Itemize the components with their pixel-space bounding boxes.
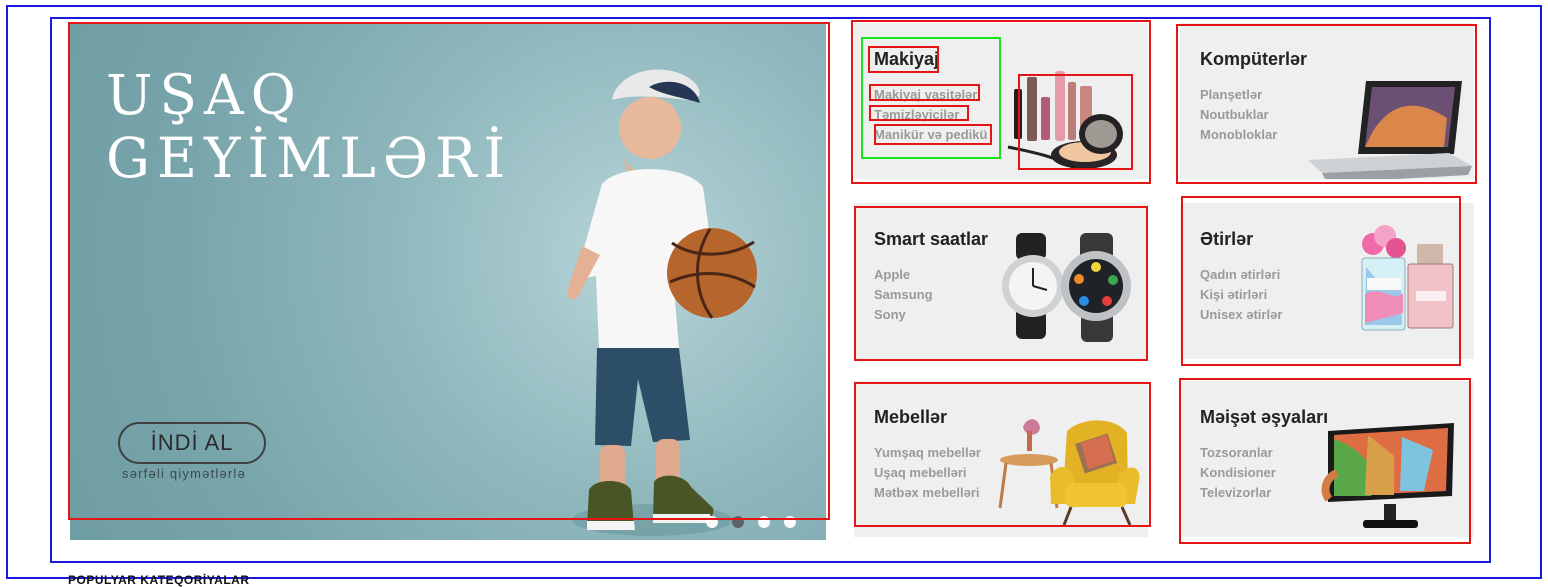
category-link[interactable]: Unisex ətirlər <box>1200 305 1282 325</box>
category-title[interactable]: Ətirlər <box>1200 229 1253 250</box>
category-link[interactable]: Kondisioner <box>1200 463 1276 483</box>
category-links: Qadın ətirləri Kişi ətirləri Unisex ətir… <box>1200 265 1282 325</box>
category-title[interactable]: Mebellər <box>874 407 947 428</box>
category-title[interactable]: Kompüterlər <box>1200 49 1307 70</box>
category-links: Tozsoranlar Kondisioner Televizorlar <box>1200 443 1276 503</box>
child-with-basketball-image <box>567 69 757 536</box>
category-card-furniture[interactable]: Mebellər Yumşaq mebellər Uşaq mebelləri … <box>854 381 1148 537</box>
carousel-pagination[interactable] <box>706 516 796 528</box>
category-title[interactable]: Smart saatlar <box>874 229 988 250</box>
armchair-icon <box>998 419 1140 526</box>
category-link[interactable]: Apple <box>874 265 933 285</box>
hero-title: UŞAQ GEYİMLƏRİ <box>106 63 513 190</box>
category-card-makeup[interactable]: Makiyaj Makiyaj vasitələr Təmizləyicilər… <box>854 23 1148 179</box>
category-link[interactable]: Makiyaj vasitələr <box>874 85 987 105</box>
category-link[interactable]: Manikür və pedikü <box>874 125 987 145</box>
hero-subtitle: sərfəli qiymətlərlə <box>122 466 246 481</box>
buy-now-button[interactable]: İNDİ AL <box>118 422 266 464</box>
category-link[interactable]: Sony <box>874 305 933 325</box>
category-title[interactable]: Makiyaj <box>874 49 939 70</box>
category-links: Makiyaj vasitələr Təmizləyicilər Manikür… <box>874 85 987 145</box>
category-card-smartwatches[interactable]: Smart saatlar Apple Samsung Sony <box>854 203 1148 359</box>
perfume-icon <box>1361 225 1454 331</box>
laptop-icon <box>1308 81 1472 179</box>
category-link[interactable]: Monobloklar <box>1200 125 1277 145</box>
category-link[interactable]: Planşetlər <box>1200 85 1277 105</box>
carousel-dot[interactable] <box>706 516 718 528</box>
category-link[interactable]: Mətbəx mebelləri <box>874 483 981 503</box>
hero-banner[interactable]: UŞAQ GEYİMLƏRİ İNDİ AL sərfəli qiymətlər… <box>70 24 826 540</box>
category-card-perfumes[interactable]: Ətirlər Qadın ətirləri Kişi ətirləri Uni… <box>1180 203 1474 359</box>
carousel-dot[interactable] <box>758 516 770 528</box>
category-link[interactable]: Samsung <box>874 285 933 305</box>
television-icon <box>1321 423 1454 528</box>
category-link[interactable]: Qadın ətirləri <box>1200 265 1282 285</box>
category-links: Apple Samsung Sony <box>874 265 933 325</box>
category-link[interactable]: Noutbuklar <box>1200 105 1277 125</box>
popular-categories-heading: POPULYAR KATEQORİYALAR <box>68 573 250 587</box>
category-link[interactable]: Yumşaq mebellər <box>874 443 981 463</box>
category-links: Planşetlər Noutbuklar Monobloklar <box>1200 85 1277 145</box>
category-title[interactable]: Məişət əşyaları <box>1200 407 1328 428</box>
makeup-products-icon <box>1007 71 1123 169</box>
carousel-dot[interactable] <box>784 516 796 528</box>
category-link[interactable]: Tozsoranlar <box>1200 443 1276 463</box>
category-card-computers[interactable]: Kompüterlər Planşetlər Noutbuklar Monobl… <box>1180 23 1474 179</box>
category-card-home-appliances[interactable]: Məişət əşyaları Tozsoranlar Kondisioner … <box>1180 381 1474 537</box>
category-link[interactable]: Təmizləyicilər <box>874 105 987 125</box>
category-link[interactable]: Televizorlar <box>1200 483 1276 503</box>
category-link[interactable]: Kişi ətirləri <box>1200 285 1282 305</box>
category-links: Yumşaq mebellər Uşaq mebelləri Mətbəx me… <box>874 443 981 503</box>
carousel-dot-active[interactable] <box>732 516 744 528</box>
category-link[interactable]: Uşaq mebelləri <box>874 463 981 483</box>
smartwatch-icon <box>1002 233 1131 342</box>
